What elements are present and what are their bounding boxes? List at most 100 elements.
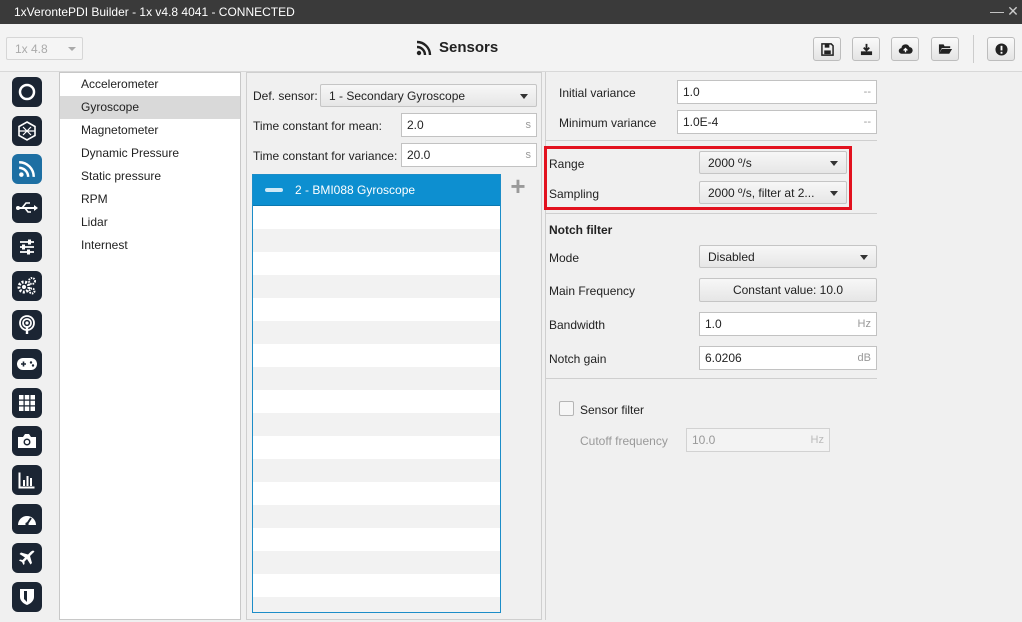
page-title: Sensors [416,39,498,56]
sidebar-camera[interactable] [12,426,42,456]
minimize-button[interactable]: — [989,2,1005,20]
rss-icon [18,161,35,178]
main-frequency-button[interactable]: Constant value: 10.0 [699,278,877,302]
sensor-type-dynamic-pressure[interactable]: Dynamic Pressure [60,142,240,165]
minimum-variance-value: 1.0E-4 [683,115,719,129]
main-frequency-label: Main Frequency [549,284,636,298]
minus-icon[interactable] [265,188,283,192]
cutoff-frequency-value: 10.0 [692,433,716,447]
sensor-type-rpm[interactable]: RPM [60,188,240,211]
save-icon [820,42,834,56]
notch-gain-unit: dB [857,352,871,364]
close-button[interactable]: ✕ [1005,2,1021,20]
hexagon-icon [18,121,36,141]
save-button[interactable] [813,37,841,61]
folder-open-icon [938,44,952,54]
sliders-icon [20,239,34,255]
sensor-filter-checkbox[interactable] [559,401,574,416]
mode-select[interactable]: Disabled [699,245,877,268]
list-item [253,413,500,436]
window-title: 1xVerontePDI Builder - 1x v4.8 4041 - CO… [14,5,295,19]
open-folder-button[interactable] [931,37,959,61]
main-frequency-value: Constant value: 10.0 [732,283,844,297]
list-item [253,344,500,367]
sidebar-sensors[interactable] [12,154,42,184]
toolbar-separator [973,35,974,63]
sidebar-sliders[interactable] [12,232,42,262]
add-sensor-button[interactable]: + [507,173,529,199]
sidebar-dashboard[interactable] [12,504,42,534]
list-item [253,528,500,551]
version-select-value: 1x 4.8 [15,42,48,56]
list-item [253,367,500,390]
bandwidth-unit: Hz [857,318,871,330]
page-title-text: Sensors [439,39,499,56]
tc-mean-unit: s [525,119,532,131]
chevron-down-icon [860,255,868,260]
sensor-type-internest[interactable]: Internest [60,234,240,257]
cutoff-frequency-unit: Hz [810,434,824,446]
download-icon [860,43,872,55]
gears-icon [17,277,36,295]
sidebar-gamepad[interactable] [12,349,42,379]
initial-variance-input[interactable]: 1.0 -- [677,80,877,104]
sidebar-power[interactable] [12,77,42,107]
list-item [253,298,500,321]
list-item [253,482,500,505]
sidebar-grid[interactable] [12,388,42,418]
list-item [253,551,500,574]
title-bar: 1xVerontePDI Builder - 1x v4.8 4041 - CO… [0,0,1022,24]
sidebar-hexagon[interactable] [12,116,42,146]
sensor-type-static-pressure[interactable]: Static pressure [60,165,240,188]
download-button[interactable] [852,37,880,61]
sidebar-usb[interactable] [12,193,42,223]
icon-sidebar [0,72,55,622]
list-item [253,574,500,597]
sidebar-gears[interactable] [12,271,42,301]
sidebar-shield[interactable] [12,582,42,612]
camera-icon [18,434,36,448]
plane-icon [19,550,35,565]
alert-icon [994,42,1008,56]
mode-label: Mode [549,251,580,265]
divider [546,140,877,141]
alert-button[interactable] [987,37,1015,61]
sensor-type-magnetometer[interactable]: Magnetometer [60,119,240,142]
chevron-down-icon [520,94,528,99]
tc-var-input[interactable]: 20.0 s [401,143,537,167]
sidebar-broadcast[interactable] [12,310,42,340]
list-item [253,597,500,612]
version-select[interactable]: 1x 4.8 [6,37,83,60]
toolbar: 1x 4.8 Sensors [0,24,1022,72]
notch-filter-title: Notch filter [549,223,613,237]
tc-mean-input[interactable]: 2.0 s [401,113,537,137]
sensor-type-list: Accelerometer Gyroscope Magnetometer Dyn… [59,72,241,620]
sensor-filter-label: Sensor filter [580,403,645,417]
def-sensor-label: Def. sensor: [253,89,318,103]
divider [546,213,877,214]
sensor-type-accelerometer[interactable]: Accelerometer [60,73,240,96]
cloud-upload-button[interactable] [891,37,919,61]
shield-icon [20,589,34,605]
notch-gain-input[interactable]: 6.0206 dB [699,346,877,370]
sidebar-chart[interactable] [12,465,42,495]
highlight-box [544,146,852,210]
def-sensor-value: 1 - Secondary Gyroscope [329,89,466,103]
sensor-type-gyroscope[interactable]: Gyroscope [60,96,240,119]
notch-gain-value: 6.0206 [705,351,742,365]
sidebar-plane[interactable] [12,543,42,573]
cutoff-frequency-input[interactable]: 10.0 Hz [686,428,830,452]
tc-mean-label: Time constant for mean: [253,119,382,133]
usb-icon [16,202,38,213]
def-sensor-select[interactable]: 1 - Secondary Gyroscope [320,84,537,107]
bandwidth-input[interactable]: 1.0 Hz [699,312,877,336]
initial-variance-value: 1.0 [683,85,700,99]
minimum-variance-input[interactable]: 1.0E-4 -- [677,110,877,134]
list-item [253,229,500,252]
bandwidth-value: 1.0 [705,317,722,331]
sensor-type-lidar[interactable]: Lidar [60,211,240,234]
list-item [253,390,500,413]
sensor-instance-item[interactable]: 2 - BMI088 Gyroscope [253,175,500,206]
list-item [253,206,500,229]
list-item [253,436,500,459]
